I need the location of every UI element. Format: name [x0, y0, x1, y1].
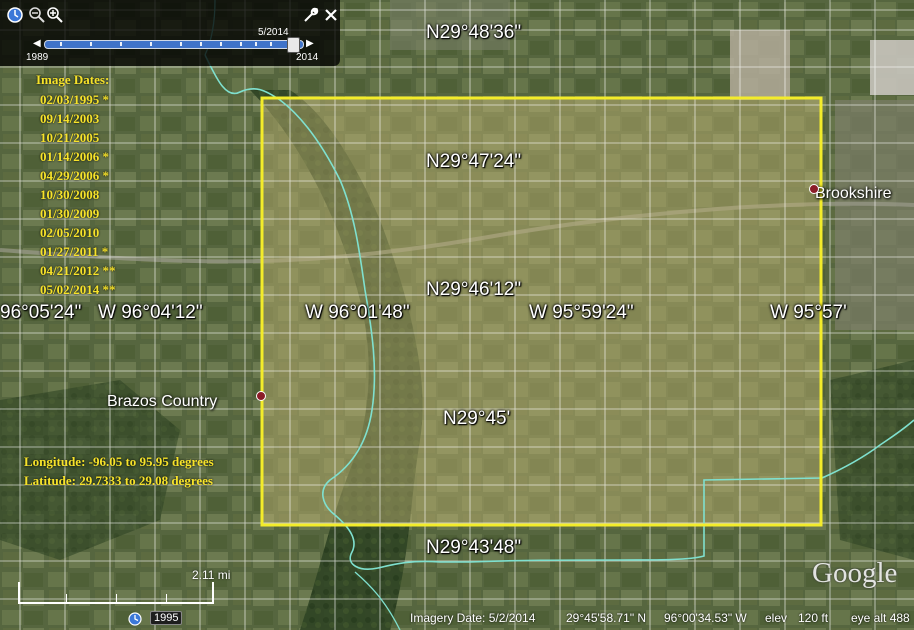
slider-tick [270, 42, 272, 46]
image-date-item: 02/05/2010 [40, 225, 100, 240]
scale-bar-tick [66, 594, 67, 603]
longitude-range-text: Longitude: -96.05 to 95.95 degrees [24, 454, 214, 469]
scale-bar-tick [116, 594, 117, 603]
scale-bar-tick [18, 582, 20, 604]
slider-end-year: 2014 [296, 52, 319, 63]
elevation-label: elev [765, 611, 788, 625]
time-slider-handle[interactable] [287, 37, 300, 53]
scale-bar-tick [166, 594, 167, 603]
historical-year-badge[interactable]: 1995 [150, 611, 183, 625]
image-date-item: 04/29/2006 * [40, 168, 109, 183]
latitude-grid-label: N29°47'24" [426, 151, 522, 172]
slider-tick [90, 42, 92, 46]
historical-imagery-toolbar: 5/2014 ◀ ▶ 1989 2014 [0, 0, 340, 66]
latitude-range-text: Latitude: 29.7333 to 29.08 degrees [24, 473, 213, 488]
cursor-latitude: 29°45'58.71" N [566, 611, 647, 625]
slider-current-date: 5/2014 [258, 27, 289, 38]
longitude-grid-label: W 96°04'12" [98, 302, 203, 323]
latitude-grid-label: N29°48'36" [426, 22, 522, 43]
slider-tick [255, 42, 257, 46]
slider-tick [120, 42, 122, 46]
image-dates-title: Image Dates: [36, 72, 110, 87]
image-date-item: 09/14/2003 [40, 111, 100, 126]
place-label-brazos-country[interactable]: Brazos Country [107, 393, 217, 411]
place-label-brookshire[interactable]: Brookshire [815, 185, 891, 203]
place-marker[interactable] [256, 391, 266, 401]
image-date-item: 10/21/2005 [40, 130, 100, 145]
scale-label: 2.11 mi [192, 568, 231, 582]
wrench-icon[interactable] [302, 6, 320, 24]
latitude-grid-label: N29°46'12" [426, 279, 522, 300]
slider-tick [200, 42, 202, 46]
zoom-in-icon[interactable] [46, 6, 64, 24]
slider-start-year: 1989 [26, 52, 49, 63]
image-date-item: 01/30/2009 [40, 206, 100, 221]
longitude-grid-label: 96°05'24" [0, 302, 82, 323]
cursor-longitude: 96°00'34.53" W [664, 611, 747, 625]
urban-area [870, 40, 914, 95]
urban-area [835, 100, 914, 330]
longitude-grid-label: W 95°57' [770, 302, 847, 323]
latitude-grid-label: N29°45' [443, 408, 511, 429]
longitude-grid-label: W 96°01'48" [305, 302, 410, 323]
image-date-item: 01/27/2011 * [40, 244, 109, 259]
slider-tick [180, 42, 182, 46]
slider-tick [60, 42, 62, 46]
elevation-value: 120 ft [798, 611, 829, 625]
forest-patch [830, 360, 914, 560]
scale-bar-tick [212, 582, 214, 604]
close-icon[interactable] [322, 6, 340, 24]
time-slider-track[interactable] [44, 40, 304, 49]
historical-clock-icon[interactable] [127, 611, 143, 627]
google-logo: Google [812, 557, 898, 589]
image-date-item: 10/30/2008 [40, 187, 100, 202]
eye-altitude: eye alt 488 [851, 611, 910, 625]
latitude-grid-label: N29°43'48" [426, 537, 522, 558]
clock-icon[interactable] [6, 6, 24, 24]
slider-tick [220, 42, 222, 46]
slider-back-icon[interactable]: ◀ [33, 38, 41, 49]
slider-tick [240, 42, 242, 46]
image-date-item: 04/21/2012 ** [40, 263, 116, 278]
place-marker[interactable] [809, 184, 819, 194]
imagery-date-text: Imagery Date: 5/2/2014 [410, 611, 536, 625]
longitude-grid-label: W 95°59'24" [529, 302, 634, 323]
urban-area [730, 30, 790, 100]
image-date-item: 01/14/2006 * [40, 149, 109, 164]
slider-tick [150, 42, 152, 46]
image-date-item: 02/03/1995 * [40, 92, 109, 107]
slider-forward-icon[interactable]: ▶ [306, 38, 314, 49]
zoom-out-icon[interactable] [28, 6, 46, 24]
image-date-item: 05/02/2014 ** [40, 282, 116, 297]
